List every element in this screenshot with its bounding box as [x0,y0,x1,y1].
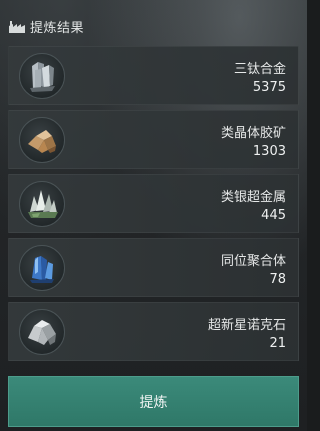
item-name: 类晶体胶矿 [220,126,286,141]
crystalloid-colloid-ore-icon [19,117,65,163]
item-quantity: 78 [269,272,286,287]
factory-icon [9,21,25,33]
item-quantity: 1303 [252,144,286,159]
panel-title: 提炼结果 [30,20,85,36]
result-item-supernova: 超新星诺克石 21 [8,302,299,361]
result-item-tri-titanium: 三钛合金 5375 [8,46,299,105]
result-item-isotope: 同位聚合体 78 [8,238,299,297]
refine-button[interactable]: 提炼 [8,376,299,427]
item-name: 同位聚合体 [220,254,286,269]
item-quantity: 5375 [252,80,286,95]
item-quantity: 445 [261,208,286,223]
item-quantity: 21 [269,336,286,351]
isotope-polymer-icon [19,245,65,291]
refine-result-panel: 提炼结果 三钛合金 5375 类晶体胶矿 1303 类银超金属 445 同位聚合… [0,0,307,431]
panel-header: 提炼结果 [9,17,85,36]
tri-titanium-alloy-icon [19,53,65,99]
result-item-crystalloid: 类晶体胶矿 1303 [8,110,299,169]
item-name: 类银超金属 [220,190,286,205]
result-list: 三钛合金 5375 类晶体胶矿 1303 类银超金属 445 同位聚合体 78 … [8,46,299,366]
item-name: 三钛合金 [233,62,286,77]
item-name: 超新星诺克石 [207,318,286,333]
result-item-argentum: 类银超金属 445 [8,174,299,233]
argentum-metal-icon [19,181,65,227]
supernova-nokstone-icon [19,309,65,355]
